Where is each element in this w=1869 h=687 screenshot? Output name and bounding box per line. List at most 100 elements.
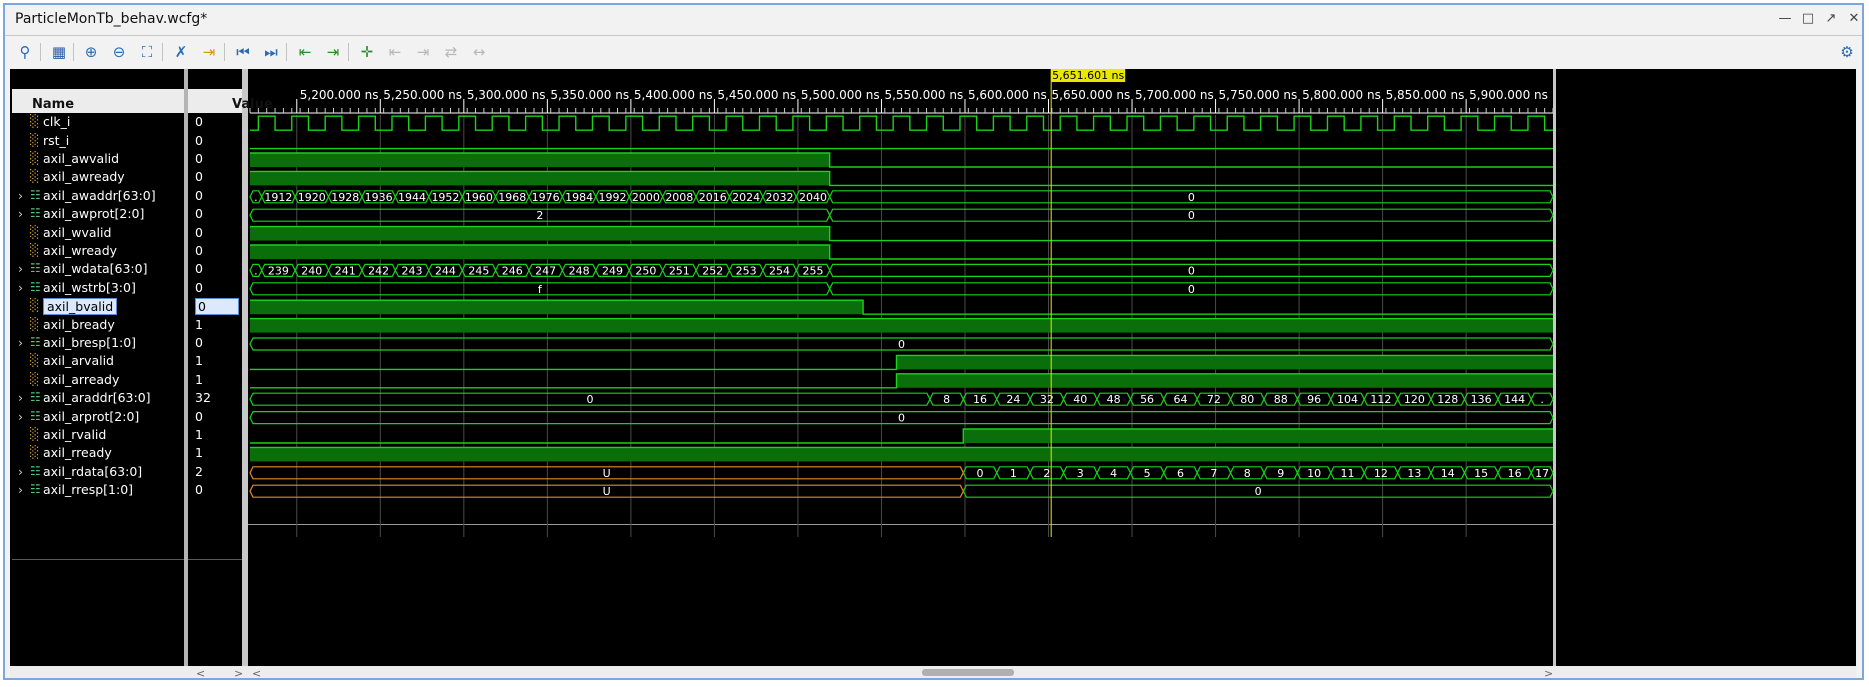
go-to-last-time-icon[interactable]: ⏭ xyxy=(259,40,283,64)
bus-value-label: 136 xyxy=(1471,393,1492,406)
bus-value-label: 96 xyxy=(1307,393,1321,406)
cursor-to-zero-icon[interactable]: ✗ xyxy=(169,40,193,64)
bus-value-label: 64 xyxy=(1173,393,1187,406)
bus-signal-icon: ☷ xyxy=(30,187,41,202)
signal-name[interactable]: axil_bresp[1:0] xyxy=(43,335,136,350)
zoom-out-icon[interactable]: ⊖ xyxy=(107,40,131,64)
next-transition-icon[interactable]: ⇥ xyxy=(321,40,345,64)
signal-value[interactable]: 1 xyxy=(195,317,203,332)
settings-gear-icon[interactable]: ⚙ xyxy=(1835,40,1859,64)
expand-arrow-icon[interactable]: › xyxy=(18,206,23,221)
expand-arrow-icon[interactable]: › xyxy=(18,280,23,295)
signal-value[interactable]: 2 xyxy=(195,464,203,479)
zoom-in-icon[interactable]: ⊕ xyxy=(79,40,103,64)
expand-arrow-icon[interactable]: › xyxy=(18,261,23,276)
signal-value[interactable]: 0 xyxy=(195,243,203,258)
bit-high-fill xyxy=(250,300,864,315)
bus-value-label: 1968 xyxy=(498,191,526,204)
bus-value-label: 8 xyxy=(1244,467,1251,480)
signal-value[interactable]: 1 xyxy=(195,353,203,368)
signal-name[interactable]: axil_rvalid xyxy=(43,427,106,442)
signal-name[interactable]: axil_rready xyxy=(43,445,112,460)
bus-signal-icon: ☷ xyxy=(30,335,41,349)
signal-value[interactable]: 0 xyxy=(195,151,203,166)
signal-value[interactable]: 0 xyxy=(195,169,203,184)
signal-name[interactable]: axil_rdata[63:0] xyxy=(43,464,142,479)
signal-name[interactable]: axil_bready xyxy=(43,317,115,332)
go-to-cursor-icon[interactable]: ⇥ xyxy=(197,40,221,64)
add-marker-icon[interactable]: ✛ xyxy=(355,40,379,64)
signal-name[interactable]: clk_i xyxy=(43,114,70,129)
save-icon[interactable]: ▦ xyxy=(47,40,71,64)
signal-name[interactable]: axil_awaddr[63:0] xyxy=(43,188,156,203)
next-marker-icon: ⇥ xyxy=(416,43,430,61)
signal-value[interactable]: 32 xyxy=(195,390,211,405)
bus-value-label: 1960 xyxy=(465,191,493,204)
pane-splitter xyxy=(242,69,248,678)
signal-value[interactable]: 0 xyxy=(195,280,203,295)
value-column-header[interactable]: Value xyxy=(232,97,273,112)
expand-arrow-icon[interactable]: › xyxy=(18,482,23,497)
bus-value-label: 6 xyxy=(1177,467,1184,480)
close-icon[interactable]: ✕ xyxy=(1844,9,1862,29)
bus-value-label: . xyxy=(1540,393,1544,406)
signal-name[interactable]: axil_arprot[2:0] xyxy=(43,409,139,424)
search-icon[interactable]: ⚲ xyxy=(13,40,37,64)
bit-signal-icon: ░ xyxy=(30,445,40,460)
minimize-icon[interactable]: — xyxy=(1775,9,1795,29)
signal-value[interactable]: 0 xyxy=(195,133,203,148)
previous-transition-icon[interactable]: ⇤ xyxy=(293,40,317,64)
time-tick-label: 5,550.000 ns xyxy=(884,88,963,102)
signal-value[interactable]: 0 xyxy=(195,206,203,221)
signal-name[interactable]: axil_araddr[63:0] xyxy=(43,390,151,405)
signal-value[interactable]: 0 xyxy=(195,261,203,276)
signal-value[interactable]: 0 xyxy=(195,335,203,350)
bus-value-label: 0 xyxy=(1188,209,1195,222)
bus-value-label: 1936 xyxy=(365,191,393,204)
signal-name[interactable]: axil_awready xyxy=(43,169,125,184)
bus-signal-icon: ☷ xyxy=(30,206,41,221)
cursor-time-label: 5,651.601 ns xyxy=(1052,69,1124,82)
bus-value-label: 1920 xyxy=(298,191,326,204)
signal-name[interactable]: axil_wstrb[3:0] xyxy=(43,280,136,295)
scroll-left-arrow-icon: < xyxy=(196,667,205,680)
bus-value-label: 2 xyxy=(536,209,543,222)
maximize-icon[interactable]: □ xyxy=(1798,9,1818,29)
signal-name[interactable]: axil_awvalid xyxy=(43,151,119,166)
signal-value[interactable]: 0 xyxy=(195,482,203,497)
signal-name[interactable]: axil_arready xyxy=(43,372,119,387)
bus-value-label: 1952 xyxy=(431,191,459,204)
bit-signal-icon: ░ xyxy=(30,114,40,129)
signal-name[interactable]: axil_wvalid xyxy=(43,225,111,240)
float-icon[interactable]: ↗ xyxy=(1821,9,1841,29)
signal-value[interactable]: 0 xyxy=(195,114,203,129)
bus-value-label: 250 xyxy=(635,264,656,277)
signal-name[interactable]: axil_wready xyxy=(43,243,117,258)
signal-name[interactable]: axil_rresp[1:0] xyxy=(43,482,133,497)
bit-high-fill xyxy=(250,226,830,241)
signal-name[interactable]: axil_arvalid xyxy=(43,353,114,368)
time-tick-label: 5,600.000 ns xyxy=(968,88,1047,102)
signal-value[interactable]: 1 xyxy=(195,372,203,387)
signal-name[interactable]: rst_i xyxy=(43,133,69,148)
signal-name[interactable]: axil_awprot[2:0] xyxy=(43,206,144,221)
signal-name[interactable]: axil_bvalid xyxy=(43,298,118,316)
signal-value[interactable]: 0 xyxy=(195,225,203,240)
expand-arrow-icon[interactable]: › xyxy=(18,188,23,203)
expand-arrow-icon[interactable]: › xyxy=(18,390,23,405)
zoom-fit-icon[interactable]: ⛶ xyxy=(135,40,159,64)
signal-name[interactable]: axil_wdata[63:0] xyxy=(43,261,147,276)
signal-value[interactable]: 0 xyxy=(195,188,203,203)
name-column-header[interactable]: Name xyxy=(32,97,74,112)
expand-arrow-icon[interactable]: › xyxy=(18,464,23,479)
signal-value[interactable]: 0 xyxy=(195,298,239,316)
signal-value[interactable]: 1 xyxy=(195,427,203,442)
time-tick-label: 5,700.000 ns xyxy=(1135,88,1214,102)
expand-arrow-icon[interactable]: › xyxy=(18,409,23,424)
go-to-time-zero-icon[interactable]: ⏮ xyxy=(231,40,255,64)
expand-arrow-icon[interactable]: › xyxy=(18,335,23,350)
bus-value-label: 253 xyxy=(736,264,757,277)
signal-value[interactable]: 0 xyxy=(195,409,203,424)
signal-value[interactable]: 1 xyxy=(195,445,203,460)
bus-value-label: . xyxy=(254,264,258,277)
